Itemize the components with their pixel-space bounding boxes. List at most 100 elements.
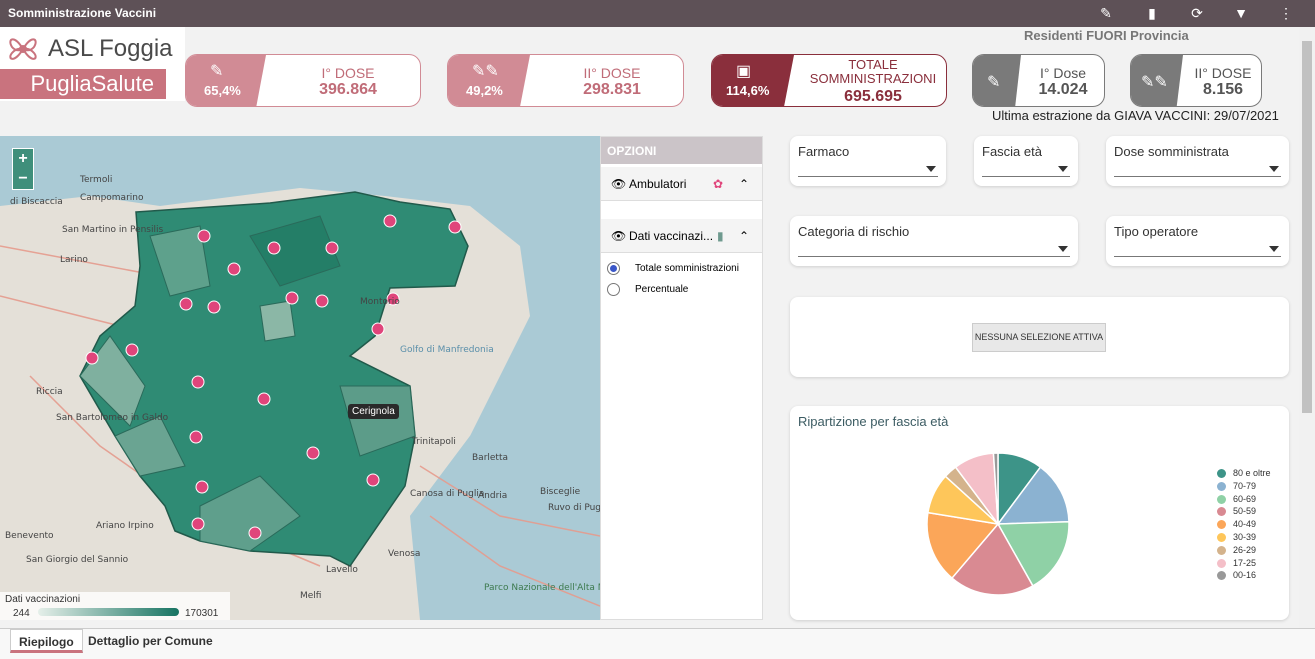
map-label: Bisceglie	[540, 487, 581, 497]
map-label: Melfi	[300, 591, 321, 601]
legend-label: 40-49	[1233, 519, 1257, 530]
map-label: Lavello	[326, 565, 358, 575]
kpi-total: ▣ 114,6% TOTALE SOMMINISTRAZIONI 695.695	[711, 54, 947, 107]
no-selection-button[interactable]: NESSUNA SELEZIONE ATTIVA	[972, 323, 1106, 352]
eye-icon[interactable]: 👁	[611, 229, 626, 243]
legend-label: 26-29	[1233, 544, 1257, 555]
legend-label: 70-79	[1233, 480, 1257, 491]
kpi-outside-second-dose-value: 8.156	[1202, 81, 1244, 98]
map-legend: Dati vaccinazioni 244 170301	[0, 592, 230, 620]
map-label: Trinitapoli	[411, 437, 456, 447]
dati-vaccinazioni-layer-toggle[interactable]: 👁 Dati vaccinazi... ▮ ⌃	[601, 219, 762, 253]
options-title: OPZIONI	[601, 137, 762, 164]
kpi-second-dose-label: II° DOSE	[583, 65, 641, 81]
map-label: Campomarino	[80, 193, 144, 203]
kpi-first-dose-value: 396.864	[319, 81, 377, 98]
double-syringe-icon: ✎✎	[472, 63, 499, 80]
legend-label: 80 e oltre	[1233, 468, 1271, 478]
map-label: Benevento	[5, 531, 54, 541]
outside-residents-label: Residenti FUORI Provincia	[1024, 28, 1189, 43]
kpi-total-value: 695.695	[844, 88, 902, 105]
collapse-icon[interactable]: ⌃	[739, 177, 749, 191]
puglia-salute-label: PugliaSalute	[0, 69, 166, 99]
map-zoom-controls: + −	[12, 148, 34, 190]
age-pie-chart[interactable]	[926, 452, 1070, 596]
kpi-outside-first-dose: ✎ I° Dose 14.024	[972, 54, 1105, 107]
legend-label: 17-25	[1233, 557, 1257, 568]
kpi-total-pct: 114,6%	[726, 83, 770, 98]
legend-label: 30-39	[1233, 531, 1257, 542]
flower-logo-icon	[9, 38, 37, 60]
dropdown-arrow-icon[interactable]	[1269, 246, 1279, 252]
zoom-out-button[interactable]: −	[13, 169, 33, 189]
dati-vaccinazioni-label: Dati vaccinazi...	[629, 229, 714, 243]
ambulatori-label: Ambulatori	[629, 177, 687, 191]
scrollbar-thumb[interactable]	[1302, 41, 1312, 413]
map-legend-gradient	[38, 608, 179, 616]
map-label: Parco Nazionale dell'Alta Murgia	[484, 583, 600, 593]
legend-swatch	[1217, 494, 1226, 504]
dropdown-arrow-icon[interactable]	[1058, 166, 1068, 172]
eye-icon[interactable]: 👁	[611, 177, 626, 191]
kpi-second-dose: ✎✎ 49,2% II° DOSE 298.831	[447, 54, 684, 107]
collapse-icon[interactable]: ⌃	[739, 229, 749, 243]
map-legend-title: Dati vaccinazioni	[5, 594, 81, 605]
legend-label: 60-69	[1233, 493, 1257, 504]
dropdown-arrow-icon[interactable]	[1269, 166, 1279, 172]
categoria-rischio-filter[interactable]: Categoria di rischio	[790, 216, 1078, 266]
edit-icon[interactable]: ✎	[1096, 3, 1116, 23]
bottom-tab-bar: Riepilogo Dettaglio per Comune	[0, 628, 1315, 659]
refresh-icon[interactable]: ⟳	[1187, 3, 1207, 23]
map-label: Golfo di Manfredonia	[400, 345, 494, 355]
legend-swatch	[1217, 558, 1226, 568]
dropdown-arrow-icon[interactable]	[926, 166, 936, 172]
kpi-second-dose-value: 298.831	[583, 81, 641, 98]
kpi-outside-first-dose-value: 14.024	[1038, 81, 1088, 98]
map-label: Termoli	[79, 175, 112, 185]
extraction-date: Ultima estrazione da GIAVA VACCINI: 29/0…	[992, 108, 1279, 123]
tab-dettaglio-comune[interactable]: Dettaglio per Comune	[80, 629, 221, 653]
filter-icon[interactable]: ▼	[1231, 3, 1251, 23]
map-label: Riccia	[36, 387, 63, 397]
map-label: San Giorgio del Sannio	[26, 555, 129, 565]
map-label: Ruvo di Puglia	[548, 503, 600, 513]
legend-swatch	[1217, 481, 1226, 491]
map-label: di Biscaccia	[10, 197, 63, 207]
legend-label: 50-59	[1233, 506, 1257, 517]
map-legend-min: 244	[13, 608, 30, 619]
vertical-scrollbar[interactable]	[1299, 27, 1315, 628]
map-label: San Bartolomeo in Galdo	[56, 413, 169, 423]
bookmark-icon[interactable]: ▮	[1142, 3, 1162, 23]
kpi-outside-first-dose-label: I° Dose	[1039, 65, 1087, 81]
map-label: Canosa di Puglia	[410, 489, 484, 499]
map-label: Larino	[60, 255, 88, 265]
map-legend-max: 170301	[185, 608, 219, 619]
legend-swatch	[1217, 545, 1226, 555]
legend-swatch	[1217, 469, 1226, 478]
flower-marker-icon: ✿	[713, 177, 724, 191]
map-label: Ariano Irpino	[96, 521, 154, 531]
kpi-first-dose: ✎ 65,4% I° DOSE 396.864	[185, 54, 421, 107]
dose-filter[interactable]: Dose somministrata	[1106, 136, 1289, 186]
kpi-first-dose-pct: 65,4%	[204, 83, 241, 98]
dropdown-arrow-icon[interactable]	[1058, 246, 1068, 252]
syringe-icon: ✎	[210, 63, 224, 80]
zoom-in-button[interactable]: +	[13, 149, 33, 169]
vaccination-map[interactable]: Termoli Campomarino di Biscaccia San Mar…	[0, 136, 600, 620]
map-label: Barletta	[472, 453, 508, 463]
tipo-operatore-filter[interactable]: Tipo operatore	[1106, 216, 1289, 266]
pie-chart-title: Ripartizione per fascia età	[798, 414, 949, 429]
map-canvas: Termoli Campomarino di Biscaccia San Mar…	[0, 136, 600, 620]
vaccine-box-icon: ▣	[736, 63, 752, 80]
farmaco-filter[interactable]: Farmaco	[790, 136, 946, 186]
more-icon[interactable]: ⋮	[1276, 3, 1296, 23]
kpi-first-dose-label: I° DOSE	[321, 65, 375, 81]
ambulatori-layer-toggle[interactable]: 👁 Ambulatori ✿ ⌃	[601, 167, 762, 201]
legend-label: 00-16	[1233, 570, 1257, 581]
gradient-legend-icon: ▮	[717, 229, 724, 243]
fascia-eta-filter[interactable]: Fascia età	[974, 136, 1078, 186]
tab-riepilogo[interactable]: Riepilogo	[10, 629, 83, 653]
app-title-bar: Somministrazione Vaccini ✎ ▮ ⟳ ▼ ⋮	[0, 0, 1315, 27]
asl-name: ASL Foggia	[48, 35, 173, 62]
map-label: Montorio	[360, 297, 400, 307]
